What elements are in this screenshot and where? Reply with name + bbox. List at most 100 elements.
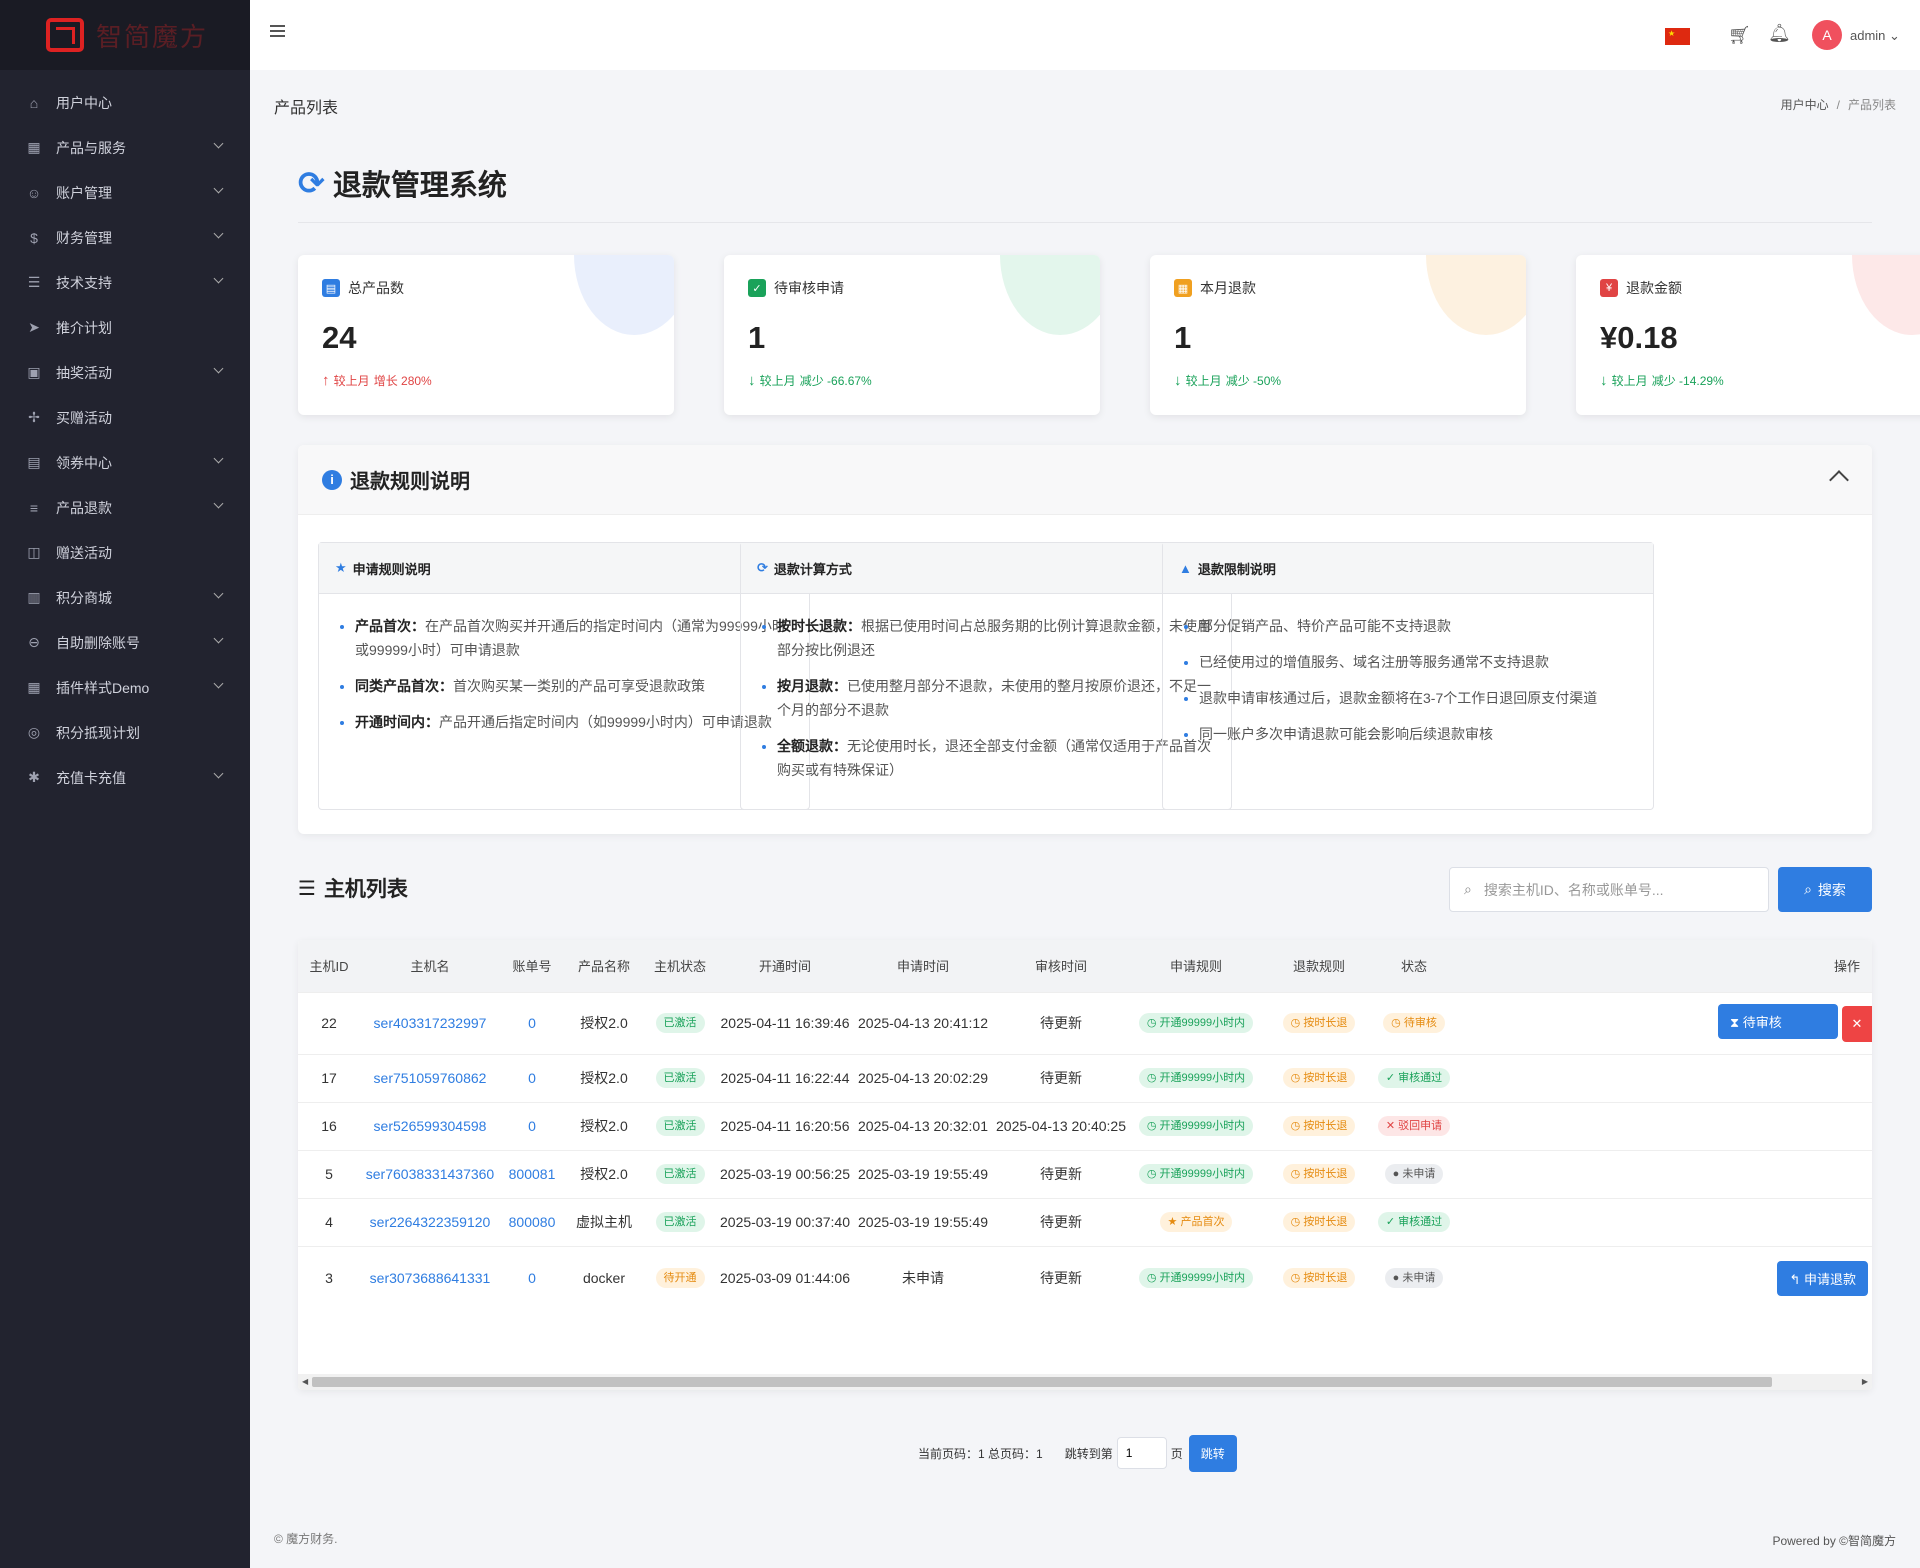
host-name-link[interactable]: ser3073688641331 — [360, 1245, 500, 1310]
scrollbar-thumb[interactable] — [312, 1377, 1772, 1387]
bill-number-link[interactable]: 0 — [500, 991, 564, 1054]
audit-time-cell: 待更新 — [992, 1197, 1130, 1246]
user-menu[interactable]: admin ⌄ — [1850, 28, 1900, 44]
apply-rule-badge-text: 开通99999小时内 — [1159, 1120, 1246, 1132]
bill-number-link[interactable]: 800081 — [500, 1149, 564, 1198]
sidebar-item[interactable]: ▦ 产品与服务 — [0, 125, 250, 170]
refund-rule-badge-icon: ◷ — [1290, 1216, 1304, 1228]
scroll-left-icon[interactable]: ◀ — [302, 1377, 308, 1386]
sidebar-item-label: 推介计划 — [56, 319, 112, 336]
host-status-badge: 已激活 — [655, 1013, 705, 1033]
scroll-right-icon[interactable]: ▶ — [1862, 1377, 1868, 1386]
host-status-badge-cell: 已激活 — [644, 1101, 716, 1150]
refund-rule-badge-text: 按时长退 — [1303, 1072, 1348, 1084]
sidebar-item-label: 赠送活动 — [56, 544, 112, 561]
stat-label-row: ▦ 本月退款 — [1174, 278, 1256, 298]
rules-title: 退款规则说明 — [350, 471, 470, 493]
hourglass-icon: ⧗ — [1730, 1015, 1743, 1031]
search-icon: ⌕ — [1464, 881, 1472, 897]
search-input[interactable] — [1483, 881, 1744, 898]
check-circle-icon: ✓ — [748, 279, 766, 297]
sidebar-item[interactable]: ◎ 积分抵现计划 — [0, 710, 250, 755]
sidebar-item[interactable]: ≡ 产品退款 — [0, 485, 250, 530]
brand-name: 智简魔方 — [96, 21, 209, 52]
pending-review-button[interactable]: ⧗ 待审核 — [1718, 1004, 1838, 1040]
apply-refund-button[interactable]: ↰ 申请退款 — [1777, 1260, 1868, 1296]
sidebar-item[interactable]: ▥ 积分商城 — [0, 575, 250, 620]
host-name-link[interactable]: ser526599304598 — [360, 1101, 500, 1150]
chevron-down-icon — [213, 678, 224, 689]
host-name-link[interactable]: ser751059760862 — [360, 1053, 500, 1102]
sidebar-item[interactable]: ◫ 赠送活动 — [0, 530, 250, 575]
hosts-table: 主机ID 主机名 账单号 产品名称 主机状态 开通时间 申请时间 审核时间 申请规则 退款规则 状态… — [298, 940, 1872, 1390]
sidebar-item[interactable]: ▦ 插件样式Demo — [0, 665, 250, 710]
open-time-cell: 2025-03-19 00:56:25 — [716, 1149, 854, 1198]
status-badge-cell: ✓ 审核通过 — [1376, 1197, 1452, 1246]
sidebar-item[interactable]: ✢ 买赠活动 — [0, 395, 250, 440]
jump-button[interactable]: 跳转 — [1188, 1434, 1237, 1472]
china-flag-icon[interactable] — [1665, 28, 1690, 45]
refresh-icon: ⟳ — [298, 165, 325, 201]
stat-label: 总产品数 — [348, 280, 404, 296]
search-button[interactable]: ⌕ 搜索 — [1778, 867, 1872, 912]
status-badge-icon: ◷ — [1391, 1017, 1404, 1029]
sidebar-item[interactable]: $ 财务管理 — [0, 215, 250, 260]
jump-label: 跳转到第 — [1064, 1446, 1113, 1461]
bill-number-link[interactable]: 0 — [500, 1101, 564, 1150]
apply-rule-badge-text: 开通99999小时内 — [1159, 1272, 1246, 1285]
sidebar-item[interactable]: ▤ 领券中心 — [0, 440, 250, 485]
status-badge-text: 审核通过 — [1398, 1072, 1443, 1084]
refund-rule-badge: ◷ 按时长退 — [1282, 1164, 1356, 1184]
refund-rule-badge-cell: ◷ 按时长退 — [1262, 1101, 1376, 1150]
host-name-link[interactable]: ser76038331437360 — [360, 1149, 500, 1198]
cancel-request-button[interactable]: ✕ — [1842, 1005, 1872, 1042]
sidebar-item[interactable]: ☺ 账户管理 — [0, 170, 250, 215]
breadcrumb-home[interactable]: 用户中心 — [1781, 98, 1829, 112]
sidebar-item[interactable]: ✱ 充值卡充值 — [0, 755, 250, 800]
bill-number-link[interactable]: 0 — [500, 1053, 564, 1102]
rules-panel-header[interactable]: i 退款规则说明 — [298, 445, 1872, 515]
apply-rule-badge: ◷ 开通99999小时内 — [1138, 1013, 1254, 1033]
sidebar-item[interactable]: ⌂ 用户中心 — [0, 80, 250, 125]
apply-rule-badge-text: 开通99999小时内 — [1159, 1072, 1246, 1084]
stat-card: ▤ 总产品数 24 ↑ 较上月 增长 280% — [298, 255, 674, 415]
apply-rule-badge: ◷ 开通99999小时内 — [1138, 1268, 1254, 1289]
host-id-cell: 22 — [298, 991, 360, 1054]
bell-icon[interactable]: 🔔︎ — [1768, 23, 1791, 44]
bill-number-link[interactable]: 800080 — [500, 1197, 564, 1246]
apply-refund-label: 申请退款 — [1803, 1271, 1856, 1287]
rule-item: 按月退款：已使用整月部分不退款，未使用的整月按原价退还，不足一个月的部分不退款 — [777, 674, 1211, 722]
menu-toggle-icon[interactable] — [270, 25, 285, 37]
status-badge: ✓ 审核通过 — [1377, 1212, 1451, 1232]
stat-label-row: ¥ 退款金额 — [1600, 278, 1682, 298]
host-status-badge-cell: 已激活 — [644, 1197, 716, 1246]
sidebar-item[interactable]: ➤ 推介计划 — [0, 305, 250, 350]
avatar[interactable]: A — [1812, 20, 1842, 50]
sidebar-item[interactable]: ⊖ 自助删除账号 — [0, 620, 250, 665]
host-name-link[interactable]: ser2264322359120 — [360, 1197, 500, 1246]
sidebar-item-label: 账户管理 — [56, 184, 112, 201]
refund-rule-badge-icon: ◷ — [1290, 1168, 1304, 1180]
refund-rule-badge-icon: ◷ — [1290, 1017, 1304, 1029]
apply-rule-badge: ◷ 开通99999小时内 — [1138, 1164, 1254, 1184]
chevron-down-icon — [213, 273, 224, 284]
sidebar-item-label: 积分商城 — [56, 589, 112, 606]
main-content: 产品列表 用户中心 / 产品列表 ⟳ 退款管理系统 ▤ 总产品数 24 ↑ 较上月 增长 2… — [250, 70, 1920, 1518]
apply-rule-badge-icon: ◷ — [1146, 1168, 1160, 1180]
apply-time-cell: 2025-03-19 19:55:49 — [854, 1197, 992, 1246]
cart-icon[interactable]: 🛒︎ — [1728, 25, 1751, 46]
host-id-cell: 5 — [298, 1149, 360, 1198]
sidebar-item[interactable]: ▣ 抽奖活动 — [0, 350, 250, 395]
stat-change: ↓ 较上月 减少 -50% — [1174, 372, 1281, 389]
page-input[interactable] — [1116, 1437, 1167, 1469]
horizontal-scrollbar[interactable]: ◀ ▶ — [298, 1374, 1872, 1390]
brand-logo[interactable]: 智简魔方 — [0, 0, 250, 70]
table-header-row: 主机ID 主机名 账单号 产品名称 主机状态 开通时间 申请时间 审核时间 申请规则 退款规则 状态… — [298, 940, 1872, 992]
status-badge-text: 未申请 — [1402, 1272, 1436, 1285]
audit-time-cell: 2025-04-13 20:40:25 — [992, 1101, 1130, 1150]
chevron-up-icon[interactable] — [1829, 470, 1849, 490]
product-name-cell: 虚拟主机 — [564, 1197, 644, 1246]
bill-number-link[interactable]: 0 — [500, 1245, 564, 1310]
host-name-link[interactable]: ser403317232997 — [360, 991, 500, 1054]
sidebar-item[interactable]: ☰ 技术支持 — [0, 260, 250, 305]
